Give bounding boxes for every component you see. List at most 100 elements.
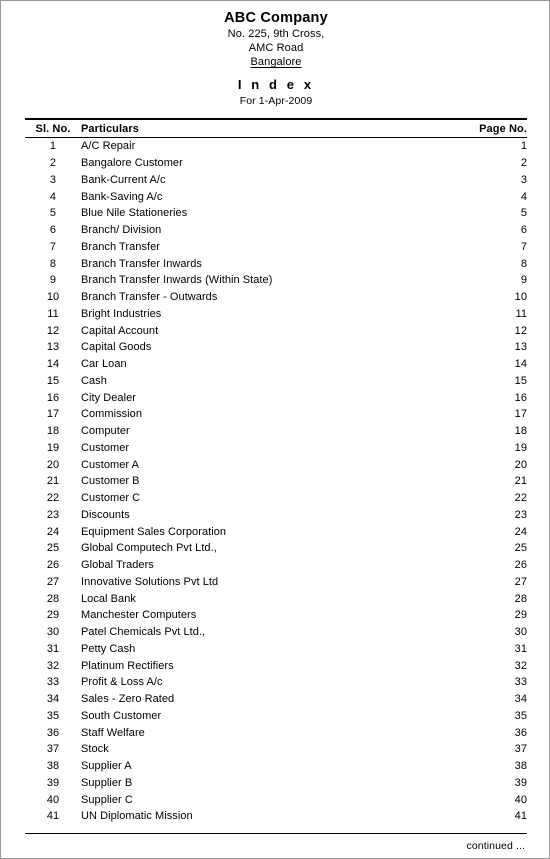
cell-sl-no: 12 — [46, 324, 60, 337]
table-row: 36 Staff Welfare 36 — [25, 724, 527, 741]
table-row: 8 Branch Transfer Inwards 8 — [25, 255, 527, 272]
cell-particulars: Supplier C — [81, 793, 133, 806]
table-row: 34 Sales - Zero Rated 34 — [25, 691, 527, 708]
cell-sl-no: 22 — [46, 492, 60, 505]
column-header-particulars: Particulars — [81, 122, 139, 135]
cell-particulars: Bright Industries — [81, 307, 162, 320]
cell-particulars: Blue Nile Stationeries — [81, 207, 188, 220]
cell-particulars: Computer — [81, 425, 130, 438]
cell-page-no: 26 — [514, 559, 527, 572]
index-table-body: 1 A/C Repair 1 2 Bangalore Customer 2 3 Bank-Cu… — [25, 138, 527, 825]
cell-sl-no: 24 — [46, 525, 60, 538]
cell-page-no: 3 — [520, 173, 527, 186]
cell-particulars: Manchester Computers — [81, 609, 197, 622]
cell-page-no: 20 — [514, 458, 527, 471]
cell-page-no: 33 — [514, 676, 527, 689]
company-city: Bangalore — [250, 56, 302, 68]
table-row: 11 Bright Industries 11 — [25, 306, 527, 323]
table-row: 40 Supplier C 40 — [25, 791, 527, 808]
cell-particulars: Bangalore Customer — [81, 157, 183, 170]
index-table: Sl. No. Particulars Page No. — [25, 120, 527, 137]
cell-particulars: Discounts — [81, 508, 130, 521]
table-row: 2 Bangalore Customer 2 — [25, 155, 527, 172]
table-row: 19 Customer 19 — [25, 440, 527, 457]
cell-particulars: Customer C — [81, 492, 141, 505]
cell-sl-no: 26 — [46, 559, 60, 572]
cell-particulars: Customer — [81, 441, 130, 454]
company-address-line-2: AMC Road — [248, 42, 304, 54]
company-name: ABC Company — [224, 10, 328, 26]
index-table-body-table: 1 A/C Repair 1 2 Bangalore Customer 2 3 Bank-Cu… — [25, 138, 527, 825]
cell-page-no: 1 — [520, 140, 527, 153]
table-row: 30 Patel Chemicals Pvt Ltd., 30 — [25, 624, 527, 641]
cell-particulars: Patel Chemicals Pvt Ltd., — [81, 626, 206, 639]
cell-sl-no: 11 — [47, 307, 59, 320]
cell-particulars: Branch Transfer - Outwards — [81, 291, 218, 304]
cell-sl-no: 33 — [46, 676, 60, 689]
cell-page-no: 6 — [520, 224, 527, 237]
cell-page-no: 2 — [520, 157, 527, 170]
table-row: 27 Innovative Solutions Pvt Ltd 27 — [25, 574, 527, 591]
cell-particulars: Branch/ Division — [81, 224, 162, 237]
cell-sl-no: 2 — [49, 157, 57, 170]
cell-sl-no: 4 — [49, 190, 57, 203]
cell-sl-no: 34 — [46, 693, 60, 706]
index-table-wrapper: Sl. No. Particulars Page No. 1 A/C Repair… — [25, 118, 527, 834]
cell-sl-no: 17 — [46, 408, 60, 421]
cell-page-no: 41 — [514, 810, 527, 823]
cell-particulars: Customer A — [81, 458, 139, 471]
report-footer: continued ... — [25, 834, 527, 858]
table-header: Sl. No. Particulars Page No. — [25, 120, 527, 137]
cell-particulars: Supplier B — [81, 776, 133, 789]
cell-page-no: 28 — [514, 592, 527, 605]
cell-sl-no: 23 — [46, 508, 60, 521]
cell-page-no: 19 — [514, 441, 527, 454]
table-row: 41 UN Diplomatic Mission 41 — [25, 808, 527, 825]
table-row: 1 A/C Repair 1 — [25, 138, 527, 155]
cell-page-no: 15 — [514, 374, 527, 387]
table-row: 38 Supplier A 38 — [25, 758, 527, 775]
cell-page-no: 16 — [514, 391, 527, 404]
cell-sl-no: 1 — [49, 140, 57, 153]
cell-page-no: 9 — [520, 274, 527, 287]
table-row: 32 Platinum Rectifiers 32 — [25, 657, 527, 674]
table-row: 14 Car Loan 14 — [25, 356, 527, 373]
cell-sl-no: 29 — [46, 609, 60, 622]
cell-particulars: Innovative Solutions Pvt Ltd — [81, 575, 219, 588]
cell-page-no: 13 — [514, 341, 527, 354]
cell-particulars: City Dealer — [81, 391, 136, 404]
cell-particulars: Cash — [81, 374, 107, 387]
table-row: 3 Bank-Current A/c 3 — [25, 172, 527, 189]
cell-particulars: UN Diplomatic Mission — [81, 810, 193, 823]
cell-sl-no: 39 — [46, 776, 60, 789]
cell-particulars: Branch Transfer Inwards (Within State) — [81, 274, 273, 287]
cell-particulars: Commission — [81, 408, 143, 421]
cell-page-no: 5 — [520, 207, 527, 220]
company-address-line-1: No. 225, 9th Cross, — [227, 28, 325, 40]
cell-page-no: 21 — [514, 475, 527, 488]
cell-sl-no: 3 — [49, 173, 57, 186]
cell-particulars: Local Bank — [81, 592, 136, 605]
table-row: 24 Equipment Sales Corporation 24 — [25, 523, 527, 540]
table-row: 7 Branch Transfer 7 — [25, 239, 527, 256]
cell-sl-no: 41 — [46, 810, 60, 823]
cell-particulars: Global Traders — [81, 559, 154, 572]
table-row: 16 City Dealer 16 — [25, 389, 527, 406]
cell-sl-no: 15 — [46, 374, 60, 387]
table-blank-space — [25, 825, 527, 833]
cell-page-no: 11 — [515, 307, 527, 320]
cell-particulars: Branch Transfer Inwards — [81, 257, 202, 270]
cell-page-no: 36 — [514, 726, 527, 739]
cell-sl-no: 27 — [46, 575, 60, 588]
cell-particulars: Car Loan — [81, 358, 127, 371]
cell-page-no: 31 — [514, 642, 527, 655]
cell-particulars: Petty Cash — [81, 642, 136, 655]
cell-page-no: 29 — [514, 609, 527, 622]
table-row: 10 Branch Transfer - Outwards 10 — [25, 289, 527, 306]
cell-particulars: Capital Account — [81, 324, 159, 337]
cell-page-no: 12 — [514, 324, 527, 337]
table-row: 33 Profit & Loss A/c 33 — [25, 674, 527, 691]
cell-page-no: 17 — [514, 408, 527, 421]
cell-sl-no: 31 — [46, 642, 60, 655]
table-row: 25 Global Computech Pvt Ltd., 25 — [25, 540, 527, 557]
